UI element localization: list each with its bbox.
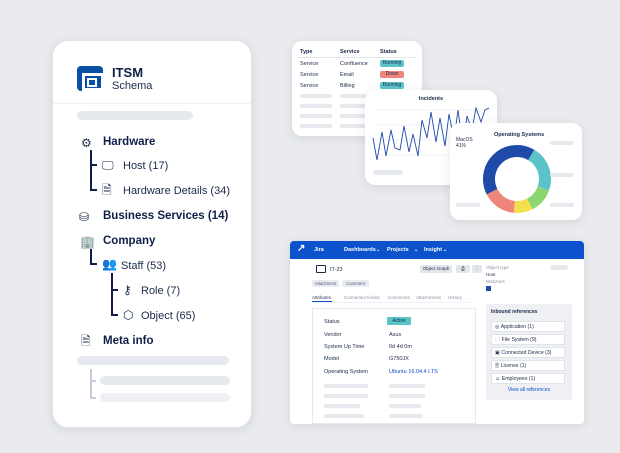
file-icon: 🗀 <box>495 337 502 343</box>
field-label: Vendor <box>324 332 342 338</box>
tab-history[interactable]: History <box>448 295 462 300</box>
issue-id: IT-23 <box>330 267 343 273</box>
tree-staff[interactable]: Staff (53) <box>121 260 166 272</box>
col-type: Type <box>300 49 313 55</box>
tree-hardware[interactable]: Hardware <box>103 136 155 148</box>
object-type-label: Object type <box>486 265 509 270</box>
building-icon: 🏢 <box>80 235 95 249</box>
field-value: G750JX <box>389 356 409 362</box>
host-icon <box>316 265 326 273</box>
search-placeholder[interactable] <box>77 111 193 120</box>
col-service: Service <box>340 49 360 55</box>
tree-hardware-details[interactable]: Hardware Details (34) <box>123 185 230 197</box>
tree-company[interactable]: Company <box>103 235 155 247</box>
comment-chip[interactable]: Comment <box>342 280 369 287</box>
jira-logo-icon: ↗ <box>297 243 306 254</box>
object-type-value: Host <box>486 272 496 277</box>
operating-systems-chart: Operating Systems MacOS 41% <box>450 123 582 220</box>
tab-attachments[interactable]: Attachments <box>416 295 441 300</box>
field-label: Model <box>324 356 339 362</box>
hardware-icon: ⚙ <box>81 136 92 150</box>
tree-object[interactable]: Object (65) <box>141 310 195 322</box>
field-label: Operating System <box>324 369 369 375</box>
row-type: Service <box>300 72 319 78</box>
donut-slice-1 <box>527 149 551 191</box>
col-status: Status <box>380 49 397 55</box>
watcher-avatar <box>486 286 491 291</box>
tree-role[interactable]: Role (7) <box>141 285 180 297</box>
field-value: Asus <box>389 332 402 338</box>
print-icon[interactable]: ⎙ <box>456 265 470 273</box>
donut-slice-2 <box>526 186 549 210</box>
tree-host[interactable]: Host (17) <box>123 160 168 172</box>
ref-file-system[interactable]: 🗀 File System (9) <box>491 334 565 345</box>
cube-icon: ⬡ <box>123 308 134 322</box>
row-type: Service <box>300 61 319 67</box>
donut-slice-3 <box>513 198 533 213</box>
placeholder-row <box>77 356 229 365</box>
ref-connected-device[interactable]: ▣ Connected Device (3) <box>491 347 565 358</box>
menu-dashboards[interactable]: Dashboards <box>344 247 376 253</box>
tree-meta-info[interactable]: Meta info <box>103 335 153 347</box>
stack-icon: ⛁ <box>79 210 90 224</box>
placeholder-row <box>100 393 230 402</box>
status-badge: Running <box>380 60 404 67</box>
jira-navbar: ↗ Jira Dashboards ⌄ Projects ⌄ Insight ⌄ <box>290 241 584 259</box>
tab-attributes[interactable]: Attributes <box>312 295 331 300</box>
view-all-references-link[interactable]: View all references <box>486 387 572 393</box>
people-icon: 👥 <box>102 257 117 271</box>
itsm-logo-icon <box>77 66 104 91</box>
field-value: 0d 4d 0m <box>389 344 412 350</box>
row-type: Service <box>300 83 319 89</box>
ref-application[interactable]: ◎ Application (1) <box>491 321 565 332</box>
jira-logo: Jira <box>314 247 324 253</box>
schema-panel: ITSM Schema ⚙ Hardware 🖵 Host (17) 🗎 Har… <box>52 40 252 428</box>
key-icon: ⚷ <box>123 283 132 297</box>
tab-comments[interactable]: Comments <box>388 295 410 300</box>
field-label: System Up Time <box>324 344 365 350</box>
inbound-title: Inbound references <box>491 309 538 315</box>
row-service: Confluence <box>340 61 368 67</box>
donut-slice-4 <box>486 188 516 213</box>
menu-projects[interactable]: Projects <box>387 247 409 253</box>
status-badge: Running <box>380 82 404 89</box>
row-service: Email <box>340 72 354 78</box>
ref-employees[interactable]: ☺ Employees (1) <box>491 373 565 384</box>
object-graph-button[interactable]: Object Graph <box>420 265 452 273</box>
field-value-link[interactable]: Ubuntu 16.04.4 LTS <box>389 369 438 375</box>
document-icon: 🗎 <box>81 334 91 348</box>
more-icon[interactable]: ⋮ <box>472 265 482 273</box>
schema-subtitle: Schema <box>112 80 153 92</box>
jira-window: ↗ Jira Dashboards ⌄ Projects ⌄ Insight ⌄… <box>290 241 584 424</box>
placeholder-row <box>100 376 230 385</box>
ref-license[interactable]: 🗎 License (1) <box>491 360 565 371</box>
monitor-icon: 🖵 <box>102 158 114 172</box>
donut-slice-0 <box>483 145 535 195</box>
status-badge: Active <box>387 317 411 325</box>
field-label: Status <box>324 319 340 325</box>
document-icon: 🗎 <box>102 183 112 197</box>
menu-insight[interactable]: Insight <box>424 247 442 253</box>
tree-business-services[interactable]: Business Services (14) <box>103 210 228 222</box>
schema-title: ITSM <box>112 65 144 80</box>
attachment-chip[interactable]: Attachment <box>312 280 339 287</box>
row-service: Billing <box>340 83 355 89</box>
status-badge: Down <box>380 71 404 78</box>
tab-connected-tickets[interactable]: Connected tickets <box>344 295 380 300</box>
watchers-label: Watchers <box>486 279 505 284</box>
employees-icon: ☺ <box>495 376 502 382</box>
